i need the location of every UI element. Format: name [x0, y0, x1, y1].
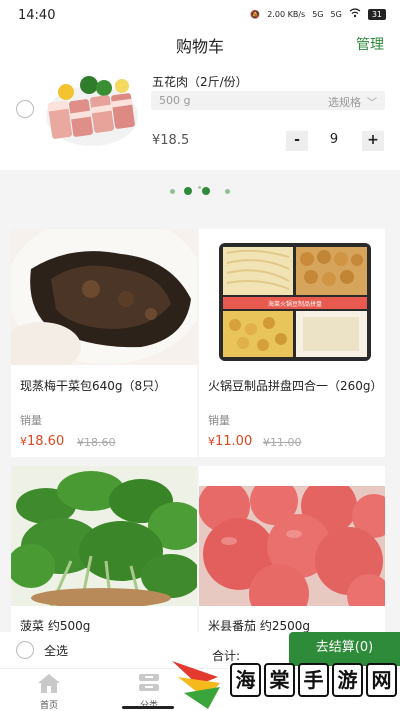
- spec-select-label: 选规格: [328, 96, 361, 109]
- watermark-char: 棠: [264, 663, 295, 697]
- dot: [202, 187, 210, 195]
- cart-item: 五花肉（2斤/份） 500 g 选规格 ﹀ ¥18.5 - 9 +: [0, 62, 400, 170]
- product-name: 火锅豆制品拼盘四合一（260g）: [208, 379, 383, 393]
- tofu-platter-image: 海莱火锅豆制品拼盘: [199, 229, 385, 365]
- product-card[interactable]: 现蒸梅干菜包640g（8只） 销量 ¥18.60 ¥18.60: [11, 229, 197, 457]
- chevron-down-icon: ﹀: [367, 98, 377, 109]
- status-time: 14:40: [18, 8, 56, 23]
- product-price: ¥18.60: [20, 434, 65, 449]
- spec-weight: 500 g: [159, 94, 191, 107]
- category-icon: [137, 674, 161, 697]
- home-indicator: [122, 706, 174, 709]
- product-name: 现蒸梅干菜包640g（8只）: [20, 379, 167, 393]
- cart-item-checkbox[interactable]: [16, 100, 34, 118]
- spinach-image: [11, 466, 197, 606]
- signal-icon-2: 5G: [330, 9, 342, 19]
- header: 购物车 管理: [0, 28, 400, 62]
- watermark-char: 游: [332, 663, 363, 697]
- product-original-price: ¥18.60: [77, 436, 116, 449]
- network-speed: 2.00 KB/s: [267, 9, 306, 19]
- watermark-logo: 海 棠 手 游 网: [168, 655, 400, 711]
- tab-home[interactable]: 首页: [19, 673, 79, 711]
- status-bar: 14:40 🔕 2.00 KB/s 5G 5G 31: [0, 0, 400, 28]
- product-original-price: ¥11.00: [263, 436, 302, 449]
- product-card[interactable]: 菠菜 约500g: [11, 466, 197, 633]
- home-icon: [36, 674, 62, 697]
- pork-belly-image: [44, 72, 141, 150]
- dot: [170, 189, 175, 194]
- quantity-decrease-button[interactable]: -: [286, 131, 308, 151]
- watermark-char: 手: [298, 663, 329, 697]
- mute-icon: 🔕: [250, 9, 261, 19]
- wifi-icon: [349, 8, 361, 20]
- page-title: 购物车: [175, 37, 224, 56]
- battery-icon: 31: [367, 8, 386, 20]
- product-card[interactable]: 海莱火锅豆制品拼盘 火锅豆制品拼盘四合一（260g） 销量 ¥11.00 ¥11…: [199, 229, 385, 457]
- dot: [225, 189, 230, 194]
- status-icons: 🔕 2.00 KB/s 5G 5G 31: [250, 8, 386, 20]
- bun-image: [11, 229, 197, 365]
- watermark-text: 海 棠 手 游 网: [230, 663, 397, 697]
- package-label: 海莱火锅豆制品拼盘: [268, 300, 322, 308]
- product-price: ¥11.00: [208, 434, 253, 449]
- quantity-value: 9: [329, 132, 339, 147]
- dot: [198, 186, 201, 189]
- cart-item-name[interactable]: 五花肉（2斤/份）: [152, 73, 248, 90]
- cart-item-price: ¥18.5: [152, 133, 190, 148]
- manage-button[interactable]: 管理: [356, 34, 384, 54]
- tomato-image: [199, 486, 385, 606]
- product-card[interactable]: 米县番茄 约2500g: [199, 466, 385, 633]
- product-sales: 销量: [20, 414, 42, 427]
- signal-icon: 5G: [312, 9, 324, 19]
- spec-selector[interactable]: 500 g 选规格 ﹀: [151, 91, 385, 110]
- quantity-increase-button[interactable]: +: [362, 131, 384, 151]
- watermark-char: 网: [366, 663, 397, 697]
- product-sales: 销量: [208, 414, 230, 427]
- select-all-checkbox[interactable]: [16, 641, 34, 659]
- dot: [184, 187, 192, 195]
- watermark-char: 海: [230, 663, 261, 697]
- select-all-label[interactable]: 全选: [44, 642, 68, 659]
- tab-home-label: 首页: [39, 701, 58, 711]
- loading-dots: [170, 186, 240, 196]
